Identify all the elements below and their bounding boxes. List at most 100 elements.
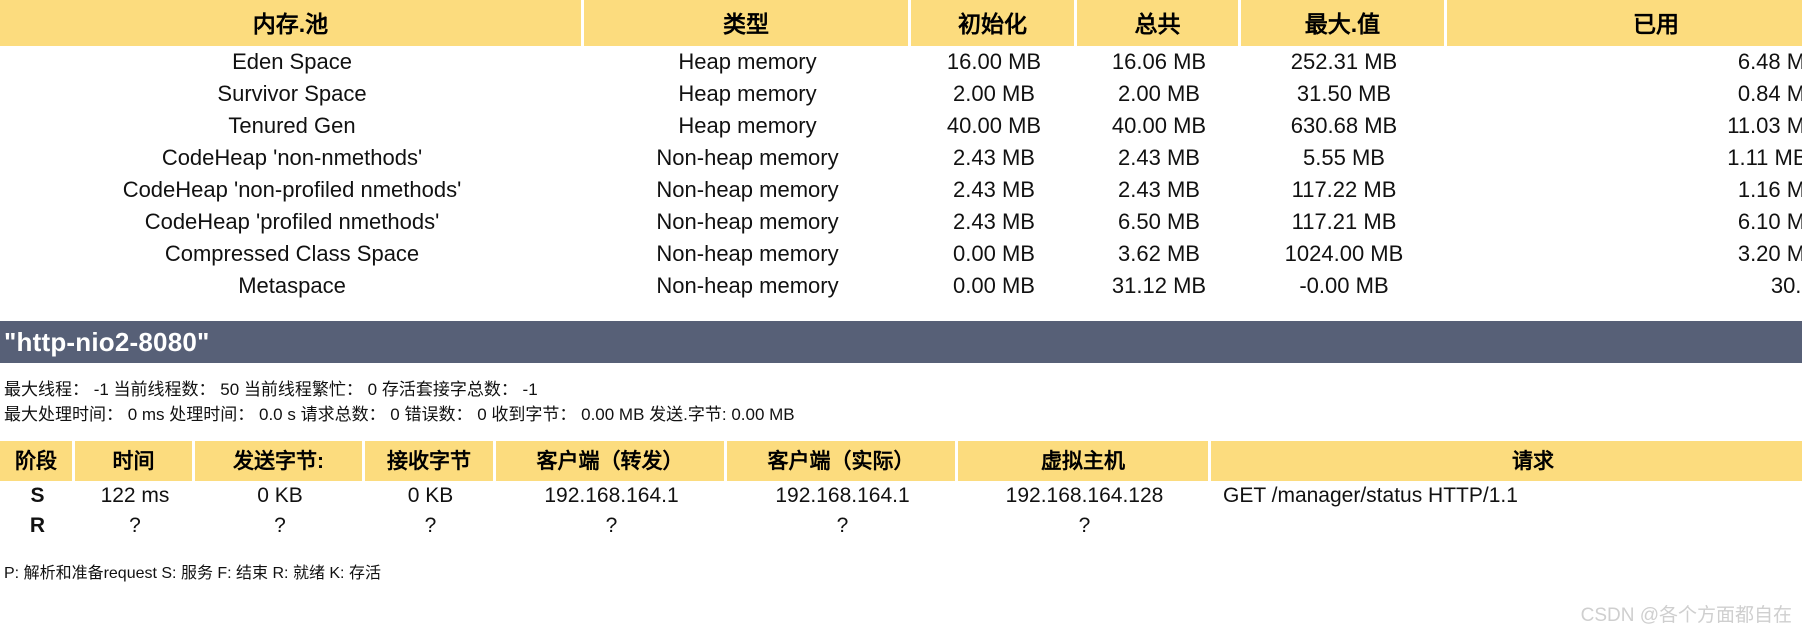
request-bytes-received: 0 KB: [407, 484, 454, 507]
connector-name: "http-nio2-8080": [4, 326, 210, 357]
request-client-forwarded: ?: [605, 514, 618, 537]
memory-pool-name: CodeHeap 'non-nmethods': [161, 145, 423, 170]
memory-pool-name: Survivor Space: [217, 81, 367, 106]
table-row: Eden Space Heap memory 16.00 MB 16.06 MB…: [0, 46, 1802, 78]
memory-pool-max: -0.00 MB: [1299, 273, 1389, 298]
request-table: 阶段 时间 发送字节: 接收字节 客户端（转发） 客户端（实际） 虚拟主机 请求…: [0, 441, 1802, 541]
request-client-forwarded: 192.168.164.1: [544, 484, 679, 507]
memory-pool-total: 2.43 MB: [1118, 145, 1200, 170]
request-line: [1211, 511, 1802, 541]
memory-header-total[interactable]: 总共: [1077, 0, 1241, 46]
stage-legend: P: 解析和准备request S: 服务 F: 结束 R: 就绪 K: 存活: [4, 565, 381, 582]
memory-pool-used: 30.02 MB: [1770, 273, 1802, 298]
request-client-actual: 192.168.164.1: [775, 484, 910, 507]
memory-pool-init: 2.00 MB: [953, 81, 1035, 106]
watermark: CSDN @各个方面都自在: [1580, 605, 1792, 626]
request-bytes-sent: ?: [274, 514, 286, 537]
table-row: Compressed Class Space Non-heap memory 0…: [0, 238, 1802, 270]
memory-pool-type: Non-heap memory: [656, 177, 839, 202]
memory-pool-type: Non-heap memory: [656, 145, 839, 170]
request-stage: S: [30, 484, 45, 507]
request-table-body: S 122 ms 0 KB 0 KB 192.168.164.1 192.168…: [0, 481, 1802, 541]
memory-pool-total: 40.00 MB: [1111, 113, 1207, 138]
memory-pool-init: 2.43 MB: [953, 177, 1035, 202]
request-vhost: ?: [1078, 514, 1091, 537]
memory-pool-type: Heap memory: [678, 81, 817, 106]
request-header-bytes-sent[interactable]: 发送字节:: [195, 441, 365, 481]
memory-pool-used: 1.16 MB (0%: [1737, 177, 1802, 202]
memory-pool-type: Non-heap memory: [656, 241, 839, 266]
request-header-time[interactable]: 时间: [75, 441, 195, 481]
request-header-client-forwarded[interactable]: 客户端（转发）: [496, 441, 727, 481]
memory-pool-name: Tenured Gen: [228, 113, 356, 138]
memory-pool-used: 11.03 MB (1%: [1727, 113, 1802, 138]
table-row: Tenured Gen Heap memory 40.00 MB 40.00 M…: [0, 110, 1802, 142]
request-time: 122 ms: [100, 484, 170, 507]
memory-pool-used: 0.84 MB (2%: [1737, 81, 1802, 106]
memory-pool-total: 3.62 MB: [1118, 241, 1200, 266]
request-header-bytes-received[interactable]: 接收字节: [365, 441, 496, 481]
memory-pool-init: 40.00 MB: [946, 113, 1042, 138]
memory-pool-max: 1024.00 MB: [1284, 241, 1404, 266]
memory-pool-total: 2.00 MB: [1118, 81, 1200, 106]
memory-pool-name: Compressed Class Space: [164, 241, 420, 266]
memory-pool-init: 2.43 MB: [953, 209, 1035, 234]
memory-table-body: Eden Space Heap memory 16.00 MB 16.06 MB…: [0, 46, 1802, 302]
memory-pool-total: 31.12 MB: [1111, 273, 1207, 298]
memory-pool-max: 117.22 MB: [1291, 177, 1397, 202]
memory-pool-max: 31.50 MB: [1296, 81, 1392, 106]
memory-pool-name: Metaspace: [238, 273, 346, 298]
memory-pool-max: 5.55 MB: [1303, 145, 1385, 170]
request-header-request[interactable]: 请求: [1211, 441, 1802, 481]
request-line: GET /manager/status HTTP/1.1: [1223, 484, 1518, 507]
request-table-wrapper: 阶段 时间 发送字节: 接收字节 客户端（转发） 客户端（实际） 虚拟主机 请求…: [0, 441, 1802, 541]
memory-pool-max: 117.21 MB: [1291, 209, 1397, 234]
memory-pool-init: 16.00 MB: [946, 49, 1042, 74]
memory-pool-type: Non-heap memory: [656, 273, 839, 298]
memory-header-initial[interactable]: 初始化: [911, 0, 1077, 46]
connector-stats: 最大线程： -1 当前线程数： 50 当前线程繁忙： 0 存活套接字总数： -1…: [0, 363, 1802, 427]
memory-pool-init: 0.00 MB: [953, 273, 1035, 298]
request-vhost: 192.168.164.128: [1005, 484, 1164, 507]
memory-pool-max: 630.68 MB: [1290, 113, 1398, 138]
request-header-vhost[interactable]: 虚拟主机: [958, 441, 1211, 481]
connector-section-header: "http-nio2-8080": [0, 321, 1802, 363]
table-row: R ? ? ? ? ? ?: [0, 511, 1802, 541]
request-table-header-row: 阶段 时间 发送字节: 接收字节 客户端（转发） 客户端（实际） 虚拟主机 请求: [0, 441, 1802, 481]
connector-thread-stats-line: 最大线程： -1 当前线程数： 50 当前线程繁忙： 0 存活套接字总数： -1: [4, 380, 538, 399]
table-row: CodeHeap 'profiled nmethods' Non-heap me…: [0, 206, 1802, 238]
memory-pool-total: 6.50 MB: [1118, 209, 1200, 234]
memory-pool-type: Non-heap memory: [656, 209, 839, 234]
request-stage: R: [29, 514, 46, 537]
memory-pool-name: Eden Space: [232, 49, 352, 74]
request-header-client-actual[interactable]: 客户端（实际）: [727, 441, 958, 481]
memory-header-pool[interactable]: 内存.池: [0, 0, 584, 46]
table-row: S 122 ms 0 KB 0 KB 192.168.164.1 192.168…: [0, 481, 1802, 511]
table-row: Metaspace Non-heap memory 0.00 MB 31.12 …: [0, 270, 1802, 302]
memory-header-max[interactable]: 最大.值: [1241, 0, 1447, 46]
tomcat-manager-status-page: 内存.池 类型 初始化 总共 最大.值 已用 Eden Space Heap m…: [0, 0, 1802, 639]
memory-pool-init: 2.43 MB: [953, 145, 1035, 170]
memory-pool-used: 6.10 MB (5%: [1737, 209, 1802, 234]
memory-pool-type: Heap memory: [678, 113, 817, 138]
request-bytes-received: ?: [424, 514, 437, 537]
request-time: ?: [129, 514, 141, 537]
memory-header-type[interactable]: 类型: [584, 0, 911, 46]
memory-pool-max: 252.31 MB: [1290, 49, 1398, 74]
memory-pool-name: CodeHeap 'non-profiled nmethods': [122, 177, 462, 202]
request-bytes-sent: 0 KB: [257, 484, 303, 507]
memory-pool-used: 3.20 MB (0%: [1737, 241, 1802, 266]
request-header-stage[interactable]: 阶段: [0, 441, 75, 481]
memory-pool-name: CodeHeap 'profiled nmethods': [144, 209, 440, 234]
memory-pool-init: 0.00 MB: [953, 241, 1035, 266]
memory-pool-total: 16.06 MB: [1111, 49, 1207, 74]
table-row: CodeHeap 'non-nmethods' Non-heap memory …: [0, 142, 1802, 174]
memory-header-used[interactable]: 已用: [1447, 0, 1802, 46]
request-client-actual: ?: [836, 514, 849, 537]
table-row: Survivor Space Heap memory 2.00 MB 2.00 …: [0, 78, 1802, 110]
memory-pool-total: 2.43 MB: [1118, 177, 1200, 202]
table-row: CodeHeap 'non-profiled nmethods' Non-hea…: [0, 174, 1802, 206]
memory-pool-used: 6.48 MB (2%: [1737, 49, 1802, 74]
connector-request-stats-line: 最大处理时间： 0 ms 处理时间： 0.0 s 请求总数： 0 错误数： 0 …: [4, 405, 795, 424]
memory-table-header-row: 内存.池 类型 初始化 总共 最大.值 已用: [0, 0, 1802, 46]
